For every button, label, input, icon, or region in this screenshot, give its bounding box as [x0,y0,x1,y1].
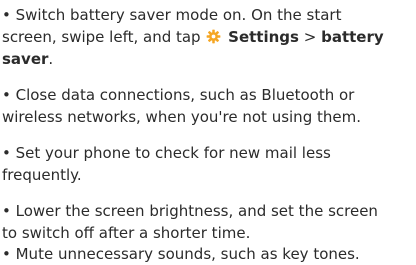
tip-mail-check: • Set your phone to check for new mail l… [2,142,414,186]
tip-period: . [48,50,54,68]
tip-line: • Set your phone to check for new mail l… [2,144,331,162]
tip-line: to switch off after a shorter time. [2,224,251,242]
tip-line: • Switch battery saver mode on. On the s… [2,6,342,24]
tip-line: • Mute unnecessary sounds, such as key t… [2,245,360,263]
menu-separator: > [303,28,317,46]
gear-icon [207,29,221,44]
saver-link-label: saver [2,50,49,68]
settings-link-label: Settings [228,28,299,46]
battery-link-label: battery [321,28,384,46]
tip-line: frequently. [2,166,82,184]
tip-line: • Close data connections, such as Blueto… [2,86,355,104]
tip-line-with-icon: screen, swipe left, and tap Settings > b… [2,26,414,48]
tip-battery-saver: • Switch battery saver mode on. On the s… [2,4,414,70]
tip-line: saver. [2,48,414,70]
tip-line: • Lower the screen brightness, and set t… [2,202,378,220]
battery-tips-list: • Switch battery saver mode on. On the s… [0,0,416,265]
tip-data-connections: • Close data connections, such as Blueto… [2,84,414,128]
tip-text: screen, swipe left, and tap [2,28,201,46]
tip-screen-brightness: • Lower the screen brightness, and set t… [2,200,414,244]
tip-line: wireless networks, when you're not using… [2,108,361,126]
tip-mute-sounds: • Mute unnecessary sounds, such as key t… [2,243,414,265]
